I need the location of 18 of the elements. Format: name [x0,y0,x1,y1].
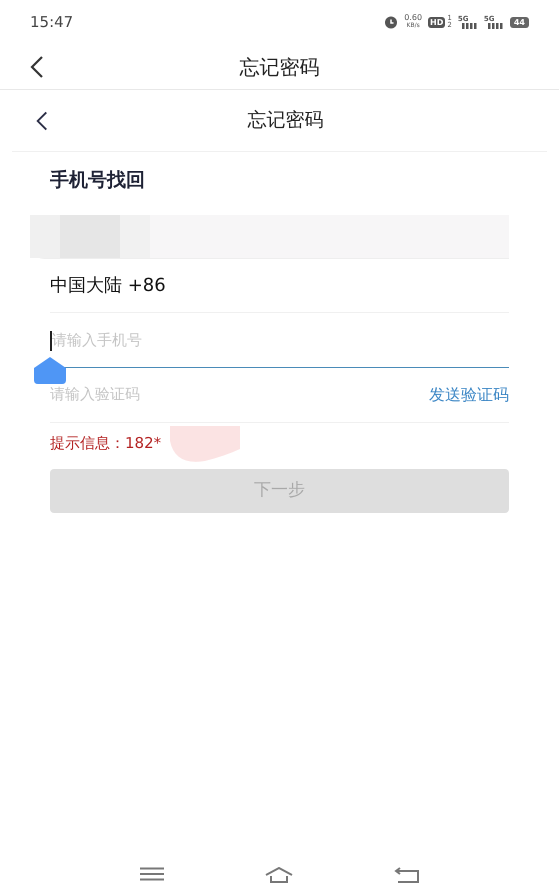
section-title: 手机号找回 [50,168,146,193]
send-code-link[interactable]: 发送验证码 [429,382,509,406]
app-bar-title: 忘记密码 [240,54,320,80]
text-cursor [50,330,52,350]
page-title: 忘记密码 [246,108,324,134]
back-nav-icon[interactable] [394,867,420,883]
menu-icon[interactable] [140,867,164,881]
alarm-icon [384,15,398,29]
cursor-handle[interactable] [34,356,66,384]
hd-badge: HD [428,16,446,28]
hint-text: 提示信息：182* [50,433,162,454]
home-icon[interactable] [264,867,294,883]
battery-indicator: 44 [510,16,529,28]
back-icon[interactable] [30,54,44,78]
network-speed: 0.60 [404,14,422,22]
code-field[interactable]: 请输入验证码 [50,383,429,406]
status-time: 15:47 [30,12,74,33]
region-selector[interactable]: 中国大陆 +86 [50,258,509,312]
